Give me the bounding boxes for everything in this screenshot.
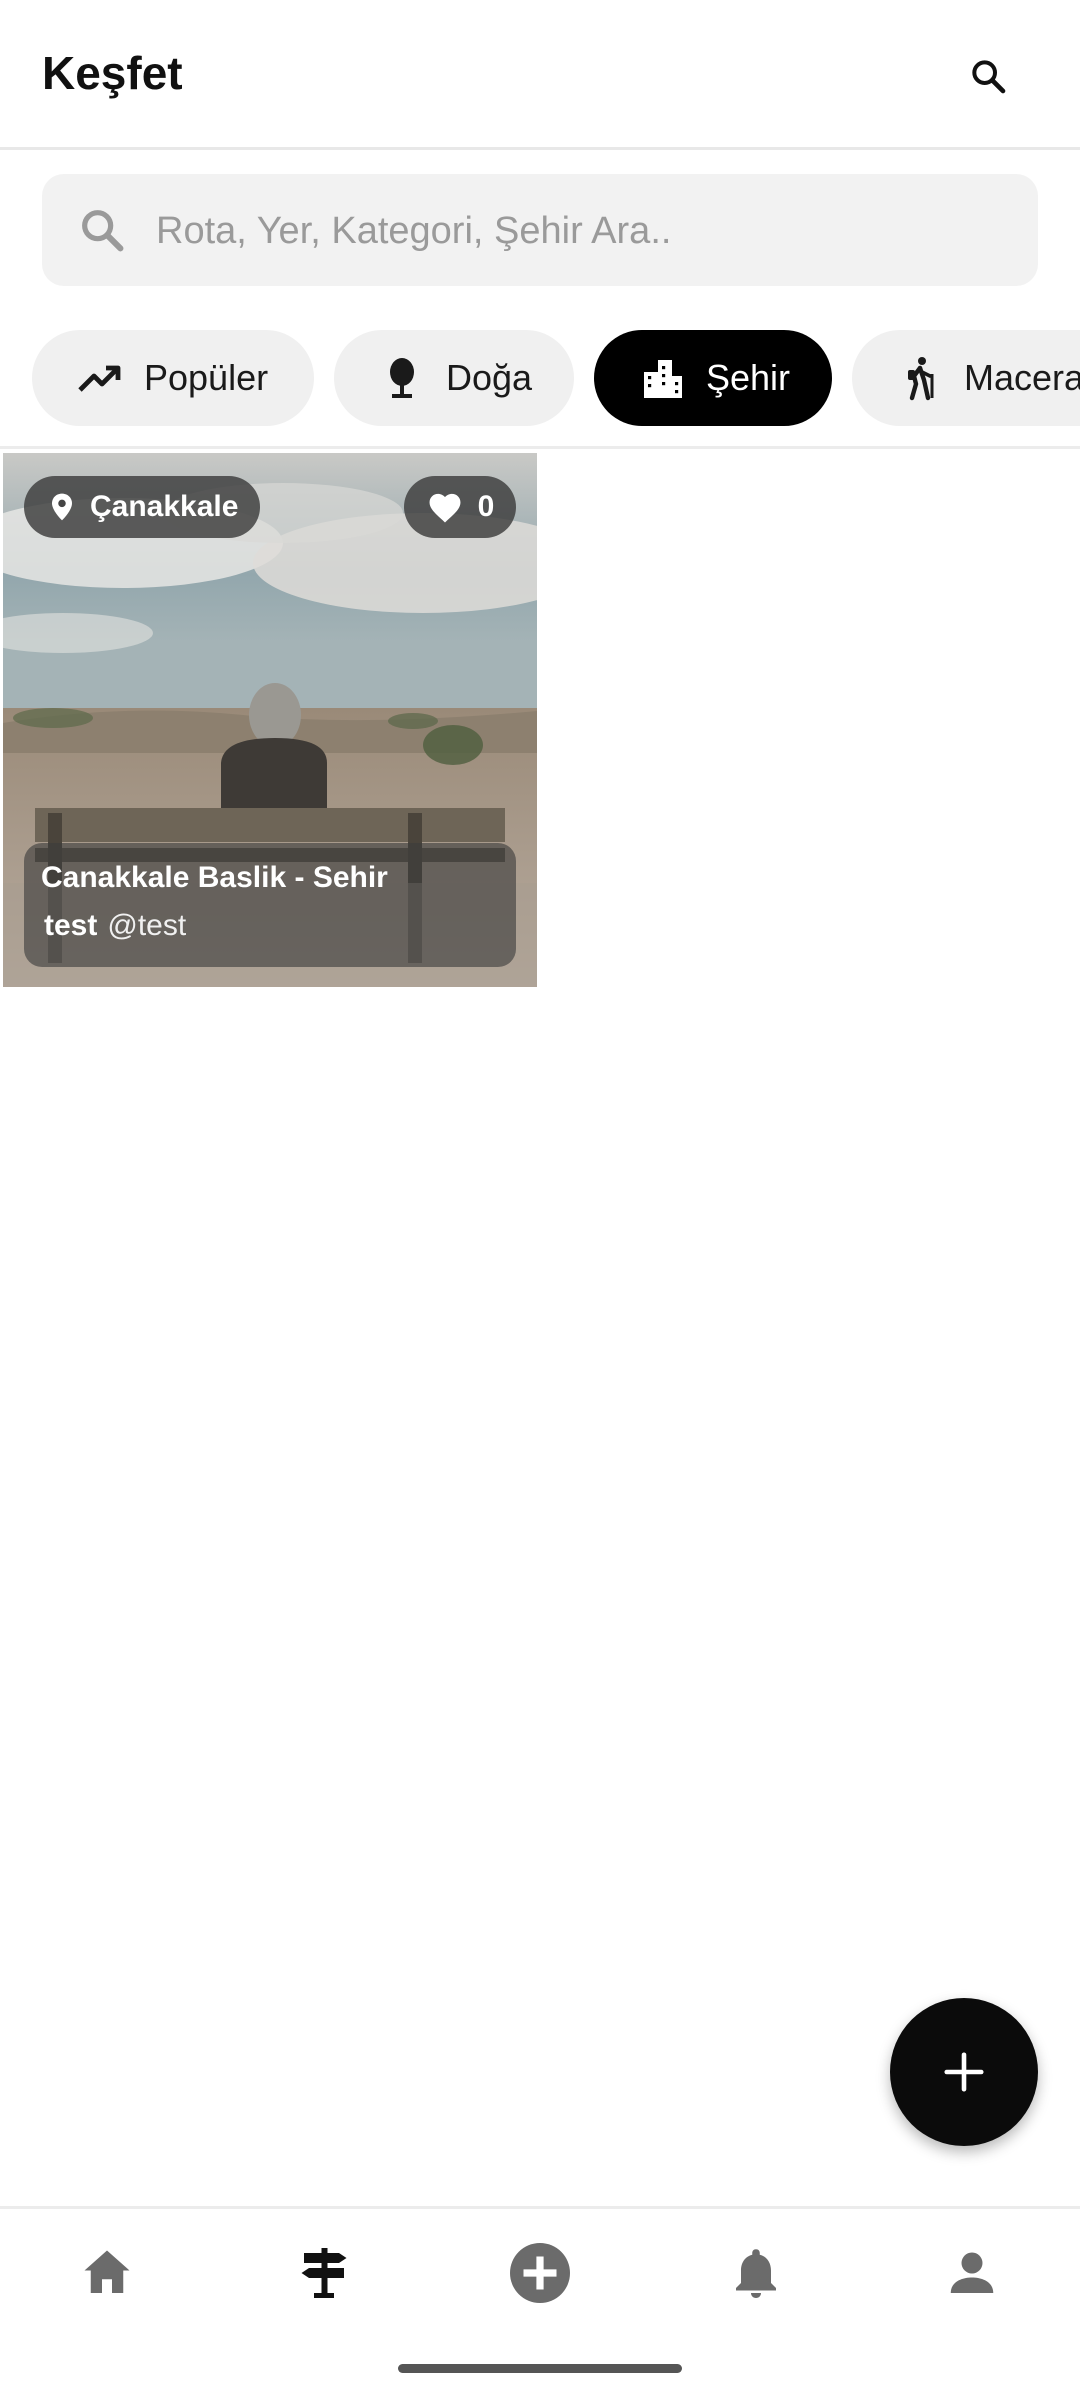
chip-label: Macera: [964, 357, 1080, 398]
chip-macera[interactable]: Macera: [852, 330, 1080, 426]
trending-up-icon: [78, 365, 121, 392]
location-badge: Çanakkale: [24, 476, 261, 538]
chip-label: Şehir: [706, 357, 791, 398]
like-count: 0: [477, 490, 495, 523]
city-icon: [644, 360, 682, 398]
heart-icon: [429, 493, 461, 523]
nav-home[interactable]: [67, 2233, 147, 2313]
route-signpost-icon: [301, 2248, 347, 2298]
home-icon: [84, 2250, 130, 2293]
search-bar[interactable]: [42, 174, 1038, 288]
page-title: Keşfet: [42, 47, 183, 99]
author-handle[interactable]: @test: [107, 909, 186, 942]
bell-icon: [736, 2249, 776, 2298]
card-title: Canakkale Baslik - Sehir: [41, 861, 388, 894]
search-input[interactable]: [154, 174, 1018, 288]
chip-populer[interactable]: Popüler: [32, 330, 314, 426]
nav-add[interactable]: [500, 2233, 580, 2313]
profile-icon: [950, 2252, 994, 2293]
hiking-icon: [908, 357, 934, 401]
nav-profile[interactable]: [932, 2233, 1012, 2313]
chip-doga[interactable]: Doğa: [334, 330, 574, 426]
search-icon: [82, 210, 124, 252]
app-bar: Keşfet: [0, 0, 1080, 150]
create-route-fab[interactable]: [890, 1998, 1038, 2146]
card-info: Canakkale Baslik - Sehir test @test: [24, 843, 516, 967]
add-circle-icon: [510, 2243, 570, 2303]
location-label: Çanakkale: [90, 490, 239, 523]
nav-explore[interactable]: [284, 2233, 364, 2313]
plus-icon: [944, 2052, 984, 2092]
chip-label: Doğa: [446, 357, 533, 398]
route-card[interactable]: Çanakkale 0 Canakkale Baslik - Sehir tes…: [3, 453, 537, 987]
nav-notifications[interactable]: [716, 2233, 796, 2313]
category-chips: Popüler Doğa Şehir Macera: [0, 330, 1080, 426]
home-indicator: [398, 2364, 682, 2373]
card-author: test @test: [41, 909, 516, 943]
like-button[interactable]: 0: [404, 476, 516, 538]
chip-sehir[interactable]: Şehir: [594, 330, 832, 426]
tree-icon: [390, 358, 414, 398]
location-pin-icon: [52, 493, 72, 521]
search-button[interactable]: [956, 44, 1020, 108]
search-icon: [972, 60, 1006, 94]
divider: [0, 446, 1080, 449]
author-name[interactable]: test: [44, 909, 97, 942]
chip-label: Popüler: [144, 357, 269, 398]
